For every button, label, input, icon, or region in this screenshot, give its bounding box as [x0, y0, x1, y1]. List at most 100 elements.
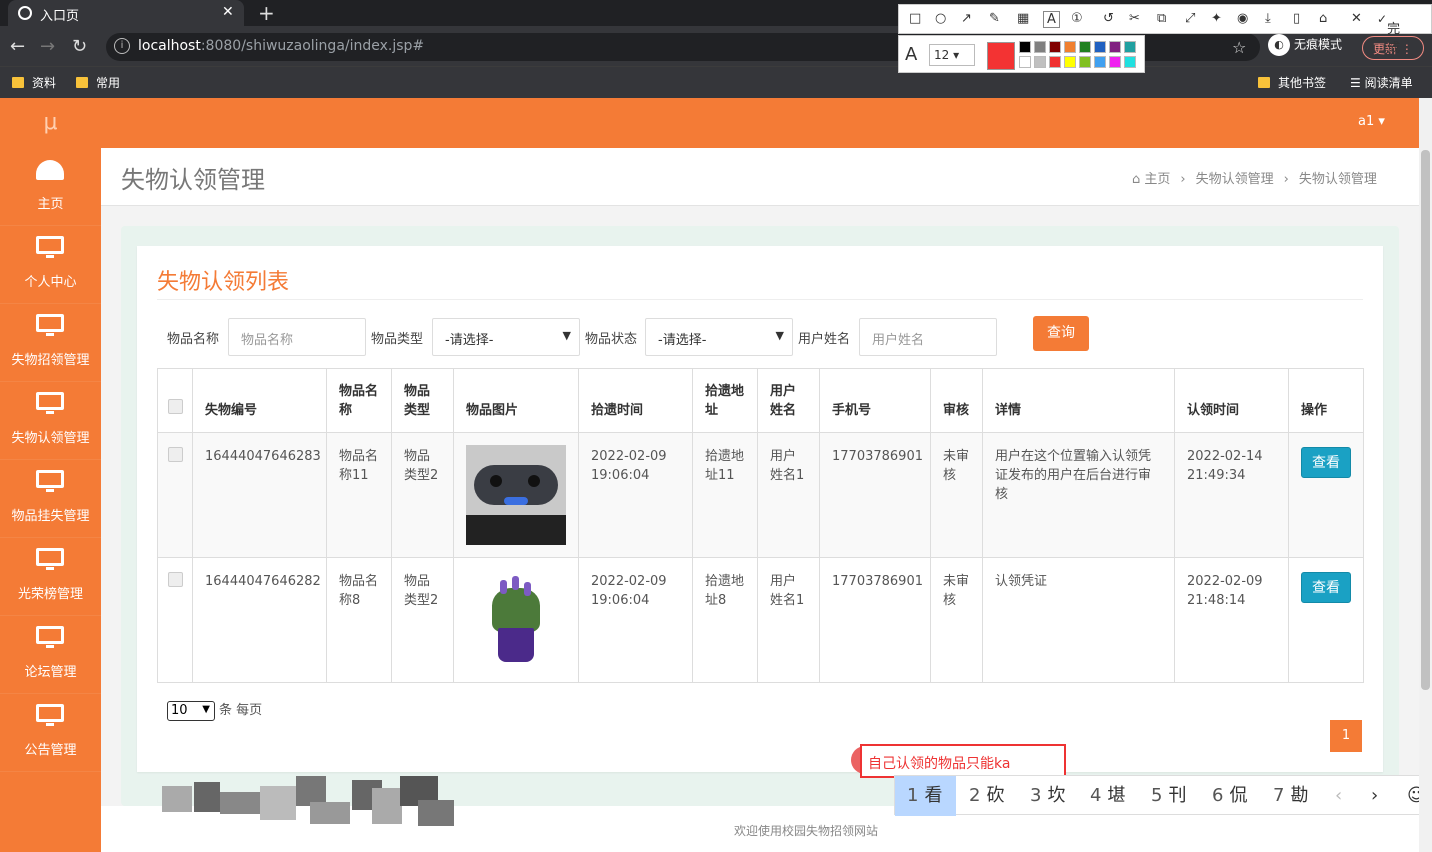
ime-candidate[interactable]: 4堪 [1078, 776, 1125, 816]
item-status-select[interactable]: -请选择- ▼ [645, 318, 793, 356]
sidebar-item-announcements[interactable]: 公告管理 [0, 694, 101, 772]
sidebar-item-lost-found[interactable]: 失物招领管理 [0, 304, 101, 382]
item-type-select[interactable]: -请选择- ▼ [432, 318, 580, 356]
color-swatch[interactable] [1109, 41, 1121, 53]
sidebar-item-claims[interactable]: 失物认领管理 [0, 382, 101, 460]
text-tool-icon[interactable]: A [1043, 11, 1060, 28]
breadcrumb-home[interactable]: 主页 [1144, 172, 1170, 187]
color-swatch[interactable] [1034, 41, 1046, 53]
view-button[interactable]: 查看 [1301, 572, 1351, 603]
item-name-input[interactable]: 物品名称 [228, 318, 366, 356]
prev-page-icon[interactable]: ‹ [1323, 776, 1342, 816]
cancel-icon[interactable]: ✕ [1351, 11, 1362, 26]
ime-candidate[interactable]: 1看 [895, 776, 956, 816]
monitor-icon [36, 626, 64, 648]
sidebar-item-label: 个人中心 [24, 275, 77, 290]
forward-icon[interactable]: → [40, 36, 55, 57]
current-color-swatch[interactable] [987, 42, 1015, 70]
reading-list[interactable]: ☰ 阅读清单 [1350, 74, 1413, 91]
user-menu[interactable]: a1 ▾ [1358, 114, 1385, 129]
phone-icon[interactable]: ▯ [1293, 11, 1300, 26]
cell-claim-time: 2022-02-14 21:49:34 [1174, 432, 1289, 558]
color-swatch[interactable] [1019, 56, 1031, 68]
expand-icon[interactable]: ⤢ [1185, 11, 1195, 26]
item-type-label: 物品类型 [371, 332, 424, 347]
arrow-tool-icon[interactable]: ↗ [961, 11, 972, 26]
bookmark-icon[interactable]: ⌂ [1319, 11, 1327, 26]
color-swatch[interactable] [1124, 56, 1136, 68]
info-icon[interactable]: i [114, 38, 130, 54]
cell-detail: 认领凭证 [982, 557, 1175, 683]
divider [157, 299, 1363, 300]
breadcrumb-level1[interactable]: 失物认领管理 [1196, 172, 1274, 187]
color-swatch[interactable] [1094, 41, 1106, 53]
color-swatch[interactable] [1049, 56, 1061, 68]
ime-candidate[interactable]: 3坎 [1018, 776, 1065, 816]
record-icon[interactable]: ◉ [1237, 11, 1248, 26]
cell-audit: 未审核 [930, 557, 983, 683]
tab-close-icon[interactable]: ✕ [222, 4, 234, 20]
color-swatch[interactable] [1019, 41, 1031, 53]
bookmark-folder[interactable]: 常用 [76, 74, 120, 91]
copy-icon[interactable]: ⧉ [1157, 11, 1166, 26]
view-button[interactable]: 查看 [1301, 447, 1351, 478]
page-button-current[interactable]: 1 [1330, 720, 1362, 752]
color-swatch[interactable] [1109, 56, 1121, 68]
pen-tool-icon[interactable]: ✎ [989, 11, 1000, 26]
col-header: 审核 [930, 368, 983, 433]
color-swatch[interactable] [1079, 41, 1091, 53]
color-swatch[interactable] [1094, 56, 1106, 68]
sidebar-item-profile[interactable]: 个人中心 [0, 226, 101, 304]
ime-candidate[interactable]: 6侃 [1200, 776, 1247, 816]
cut-icon[interactable]: ✂ [1129, 11, 1140, 26]
query-button[interactable]: 查询 [1033, 316, 1089, 351]
select-all-checkbox[interactable] [168, 399, 183, 414]
color-swatch[interactable] [1064, 41, 1076, 53]
scrollbar-thumb[interactable] [1421, 150, 1430, 690]
color-swatch[interactable] [1034, 56, 1046, 68]
screenshot-text-input[interactable]: 自己认领的物品只能ka [860, 744, 1066, 778]
page-size-select[interactable]: 10 ▼ [167, 700, 215, 721]
done-button[interactable]: ✓ 完成 [1377, 12, 1400, 56]
sidebar-item-lost-reports[interactable]: 物品挂失管理 [0, 460, 101, 538]
row-checkbox[interactable] [168, 572, 183, 587]
pin-icon[interactable]: ✦ [1211, 11, 1222, 26]
next-page-icon[interactable]: › [1359, 776, 1378, 816]
color-swatch[interactable] [1049, 41, 1061, 53]
number-tool-icon[interactable]: ① [1071, 11, 1083, 26]
page-scrollbar[interactable] [1419, 98, 1432, 852]
globe-icon [18, 6, 32, 20]
sidebar-item-label: 公告管理 [24, 743, 77, 758]
browser-tab[interactable]: 入口页 ✕ [8, 0, 244, 26]
sidebar-item-forum[interactable]: 论坛管理 [0, 616, 101, 694]
color-swatch[interactable] [1064, 56, 1076, 68]
bookmark-folder[interactable]: 资料 [12, 74, 56, 91]
col-header: 手机号 [819, 368, 931, 433]
font-size-select[interactable]: 12 ▾ [929, 44, 975, 66]
new-tab-button[interactable]: + [258, 1, 275, 25]
reload-icon[interactable]: ↻ [72, 36, 87, 57]
bookmark-star-icon[interactable]: ☆ [1232, 38, 1246, 57]
user-name-input[interactable]: 用户姓名 [859, 318, 997, 356]
ime-candidate[interactable]: 2砍 [957, 776, 1004, 816]
monitor-icon [36, 548, 64, 570]
sidebar-item-honor-roll[interactable]: 光荣榜管理 [0, 538, 101, 616]
color-swatch[interactable] [1079, 56, 1091, 68]
undo-icon[interactable]: ↺ [1103, 11, 1114, 26]
other-bookmarks[interactable]: 其他书签 [1258, 74, 1326, 91]
page-title: 失物认领管理 [121, 166, 265, 194]
ellipse-tool-icon[interactable]: ○ [935, 11, 946, 26]
incognito-indicator[interactable]: ◐ 无痕模式 [1268, 34, 1342, 56]
row-checkbox[interactable] [168, 447, 183, 462]
ime-candidate[interactable]: 7勘 [1261, 776, 1308, 816]
ime-candidate[interactable]: 5刊 [1139, 776, 1186, 816]
reading-list-icon: ☰ [1350, 76, 1365, 90]
cell-user: 用户姓名1 [757, 432, 820, 558]
download-icon[interactable]: ⤓ [1265, 11, 1271, 26]
color-swatch[interactable] [1124, 41, 1136, 53]
sidebar-item-home[interactable]: 主页 [0, 148, 101, 226]
rectangle-tool-icon[interactable]: □ [909, 11, 921, 26]
back-icon[interactable]: ← [10, 36, 25, 57]
mosaic-tool-icon[interactable]: ▦ [1017, 11, 1029, 26]
col-header: 失物编号 [192, 368, 327, 433]
